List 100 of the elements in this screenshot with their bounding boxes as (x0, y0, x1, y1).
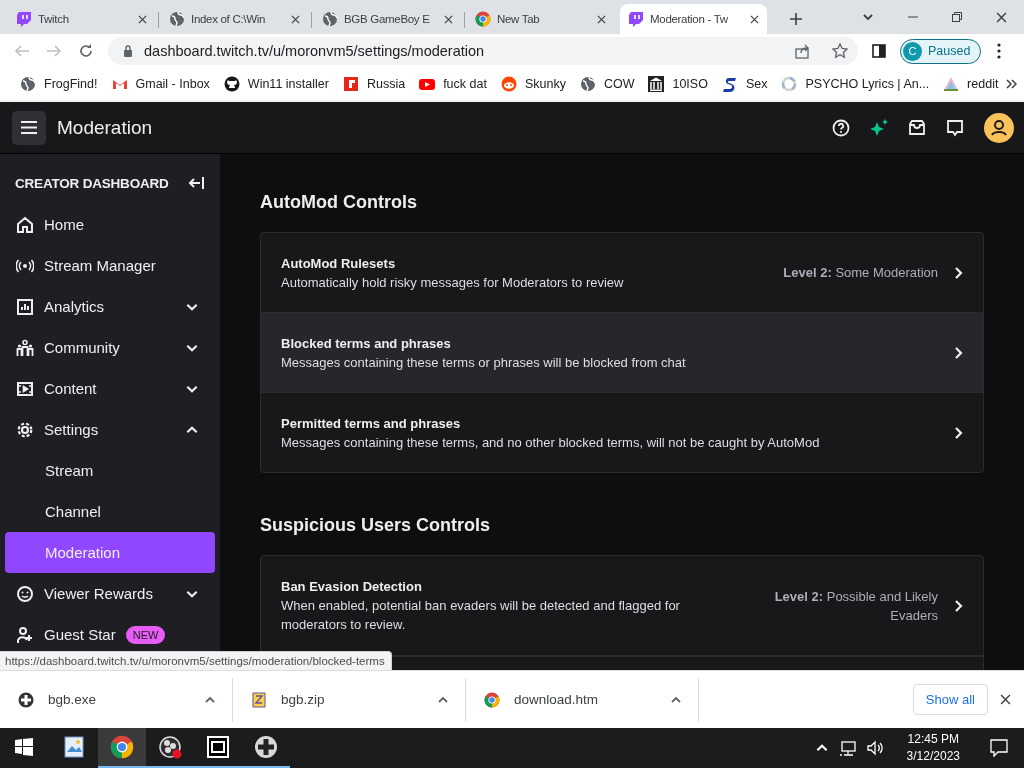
browser-tab[interactable]: BGB GameBoy E (314, 4, 461, 34)
sidebar-item[interactable]: Moderation (5, 532, 215, 573)
new-tab-icon[interactable] (789, 12, 803, 26)
close-icon (996, 11, 1007, 23)
notification-icon[interactable] (990, 739, 1008, 757)
row-description: Messages containing these terms or phrases will be blocked from chat (281, 353, 687, 372)
help-icon[interactable] (832, 118, 850, 137)
network-icon[interactable] (838, 740, 857, 756)
page-title: Moderation (57, 116, 153, 139)
setting-value: Level 2: Some Moderation (783, 264, 938, 282)
profile-button[interactable]: C Paused (900, 38, 982, 64)
sidebar-item[interactable]: Home (0, 204, 215, 245)
bookmark[interactable]: COW (573, 73, 641, 95)
section-heading: Suspicious Users Controls (260, 514, 492, 537)
smiley-icon (16, 584, 34, 603)
wave-icon (721, 76, 738, 92)
bookmark[interactable]: Skunky (494, 73, 572, 95)
browser-tab[interactable]: Moderation - Tw (620, 4, 767, 34)
setting-value: Level 2: Possible and Likely Evaders (773, 587, 938, 625)
bookmark[interactable]: Gmail - Inbox (105, 73, 216, 95)
bookmark[interactable]: Win11 installer (217, 73, 335, 95)
menu-icon[interactable] (997, 43, 1002, 59)
sidebar-item[interactable]: Content (0, 368, 215, 409)
people-icon (16, 338, 34, 357)
status-url: https://dashboard.twitch.tv/u/moronvm5/settings/moderation/blocked-terms (0, 651, 392, 670)
star-icon[interactable] (832, 43, 848, 59)
bookmark[interactable]: fuck dat (413, 73, 493, 95)
show-all-button[interactable]: Show all (912, 684, 988, 715)
tab-close-icon (444, 14, 453, 24)
address-bar[interactable]: dashboard.twitch.tv/u/moronvm5/settings/moderation (108, 37, 858, 65)
triangle-icon (943, 76, 960, 92)
chat-bubble-icon[interactable] (946, 118, 964, 137)
chevron-right-icon (954, 599, 963, 612)
twitch-icon (628, 11, 644, 27)
profile-status: Paused (928, 44, 971, 58)
menu-button[interactable] (12, 110, 46, 145)
tab-close-icon (291, 14, 300, 24)
chevron-right-icon (954, 426, 963, 439)
share-icon[interactable] (795, 43, 810, 59)
gamepad-icon (254, 735, 278, 759)
bookmark[interactable]: 10ISO (642, 73, 714, 95)
browser-tab[interactable]: New Tab (467, 4, 614, 34)
sidebar-item[interactable]: Viewer Rewards (0, 573, 215, 614)
globe-icon (322, 11, 338, 27)
lock-icon (122, 44, 134, 58)
section-heading: AutoMod Controls (260, 191, 418, 214)
download-item[interactable]: bgb.zip (233, 677, 466, 722)
collapse-icon[interactable] (188, 176, 204, 190)
tab-close-icon (597, 14, 606, 24)
zip-file-icon (251, 691, 267, 708)
row-description: Automatically hold risky messages for Moderators to review (281, 273, 625, 292)
browser-tab[interactable]: Twitch (8, 4, 155, 34)
twitch-icon (16, 11, 32, 27)
tab-close-icon (750, 14, 759, 24)
reload-icon[interactable] (78, 43, 94, 59)
row-title: AutoMod Rulesets (281, 254, 397, 273)
browser-tab[interactable]: Index of C:\Win (161, 4, 308, 34)
close-icon (1000, 694, 1011, 705)
windows-start-icon[interactable] (15, 738, 33, 756)
flag-icon (342, 76, 359, 92)
globe-icon (169, 11, 185, 27)
chrome-icon (110, 735, 134, 759)
bookmark[interactable]: FrogFind! (14, 73, 104, 95)
sparkle-icon[interactable] (870, 118, 888, 137)
chevron-double-icon[interactable] (1006, 79, 1018, 89)
download-item[interactable]: download.htm (466, 677, 699, 722)
sidebar-item[interactable]: Stream Manager (0, 245, 215, 286)
bookmark[interactable]: reddit (937, 73, 1005, 95)
sidebar-item[interactable]: Stream (0, 450, 215, 491)
avatar-icon[interactable] (984, 112, 1014, 143)
sidebar-item[interactable]: Channel (0, 491, 215, 532)
side-panel-icon[interactable] (872, 44, 886, 58)
home-icon (16, 215, 34, 234)
volume-icon[interactable] (866, 740, 883, 756)
clock[interactable]: 12:45 PM 3/12/2023 (906, 731, 960, 765)
chrome-icon (484, 691, 500, 708)
row-title: Blocked terms and phrases (281, 334, 452, 353)
sidebar-item[interactable]: Community (0, 327, 215, 368)
new-badge: NEW (125, 625, 166, 644)
settings-row[interactable]: Permitted terms and phrases Messages containing these terms, and no other blocked terms, will not be caught by AutoMod (261, 393, 983, 472)
download-item[interactable]: bgb.exe (0, 677, 233, 722)
chrome-icon (475, 11, 491, 27)
restore-icon[interactable] (952, 12, 962, 22)
globe-icon (579, 76, 596, 92)
profile-avatar: C (903, 41, 922, 61)
picture-icon (63, 736, 85, 758)
menu-icon (20, 120, 38, 135)
sidebar-item[interactable]: Settings (0, 409, 215, 450)
video-icon (16, 379, 34, 398)
globe-icon (20, 76, 36, 92)
bookmark[interactable]: Sex (715, 73, 774, 95)
settings-icon (16, 420, 34, 439)
sidebar-item[interactable]: Analytics (0, 286, 215, 327)
bookmark[interactable]: Russia (336, 73, 412, 95)
bookmark[interactable]: PSYCHO Lyrics | An... (775, 73, 936, 95)
inbox-icon[interactable] (908, 118, 926, 137)
row-description: Messages containing these terms, and no other blocked terms, will not be caught by AutoMod (281, 433, 821, 452)
taskbar-app[interactable] (98, 728, 146, 768)
settings-row[interactable]: Blocked terms and phrases Messages containing these terms or phrases will be blocked from chat (261, 313, 983, 393)
add-person-icon (16, 625, 34, 644)
